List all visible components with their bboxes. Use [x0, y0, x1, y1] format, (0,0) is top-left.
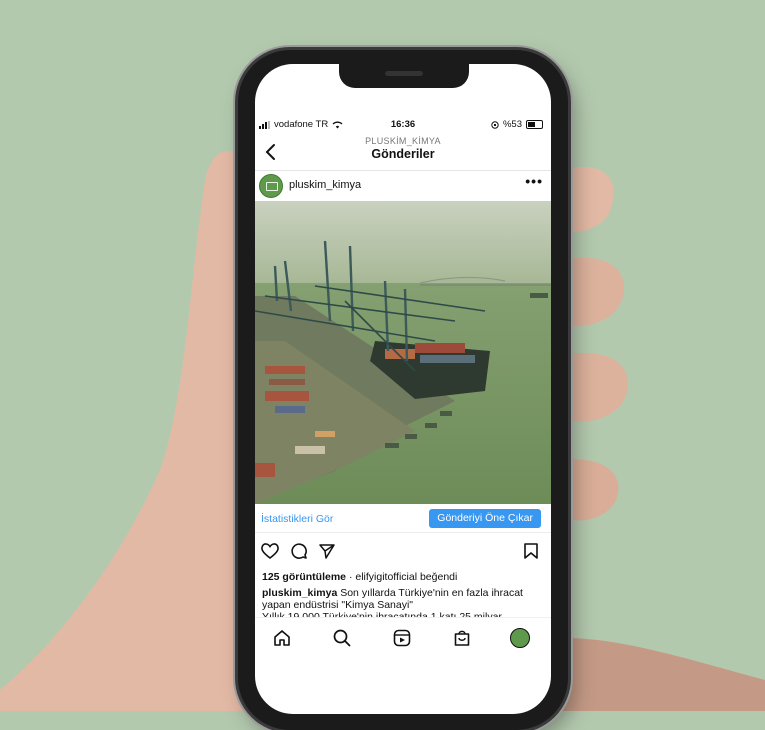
- battery-icon: [526, 120, 543, 129]
- caption-username[interactable]: pluskim_kimya: [262, 587, 337, 599]
- liked-suffix: beğendi: [419, 571, 458, 583]
- notch: [339, 64, 469, 88]
- orientation-lock-icon: [491, 120, 499, 129]
- view-insights-link[interactable]: İstatistikleri Gör: [261, 513, 333, 525]
- promote-post-button[interactable]: Gönderiyi Öne Çıkar: [429, 509, 541, 528]
- post-header: pluskim_kimya •••: [255, 171, 551, 201]
- more-horizontal-icon[interactable]: •••: [525, 173, 543, 189]
- profile-avatar[interactable]: [510, 628, 530, 648]
- shop-icon[interactable]: [452, 628, 472, 648]
- post-username[interactable]: pluskim_kimya: [289, 179, 361, 191]
- home-icon[interactable]: [272, 628, 292, 648]
- heart-icon[interactable]: [260, 542, 280, 560]
- phone-screen: vodafone TR 16:36 %53 PLUSKİM_KİMYA Gönd…: [255, 64, 551, 714]
- post-actions-bar: İstatistikleri Gör Gönderiyi Öne Çıkar: [255, 508, 551, 533]
- bottom-tab-bar: [255, 617, 551, 658]
- post-caption: pluskim_kimya Son yıllarda Türkiye'nin e…: [262, 587, 544, 611]
- phone-frame: vodafone TR 16:36 %53 PLUSKİM_KİMYA Gönd…: [238, 50, 568, 730]
- liked-by-user[interactable]: elifyigitofficial: [355, 571, 417, 583]
- nav-bar: PLUSKİM_KİMYA Gönderiler: [255, 134, 551, 171]
- page-title: Gönderiler: [371, 147, 435, 161]
- view-count[interactable]: 125 görüntüleme: [262, 571, 346, 583]
- status-bar: vodafone TR 16:36 %53: [255, 119, 551, 133]
- comment-icon[interactable]: [290, 542, 308, 560]
- account-subtitle: PLUSKİM_KİMYA: [365, 136, 441, 146]
- post-icons-row: [255, 542, 551, 564]
- send-icon[interactable]: [318, 542, 336, 560]
- views-and-likes: 125 görüntüleme · elifyigitofficial beğe…: [262, 571, 457, 583]
- reels-icon[interactable]: [392, 628, 412, 648]
- post-image[interactable]: [255, 201, 551, 504]
- battery-percent: %53: [502, 119, 522, 130]
- separator: ·: [348, 571, 353, 583]
- bookmark-icon[interactable]: [523, 542, 539, 560]
- search-icon[interactable]: [332, 628, 352, 648]
- avatar[interactable]: [259, 174, 283, 198]
